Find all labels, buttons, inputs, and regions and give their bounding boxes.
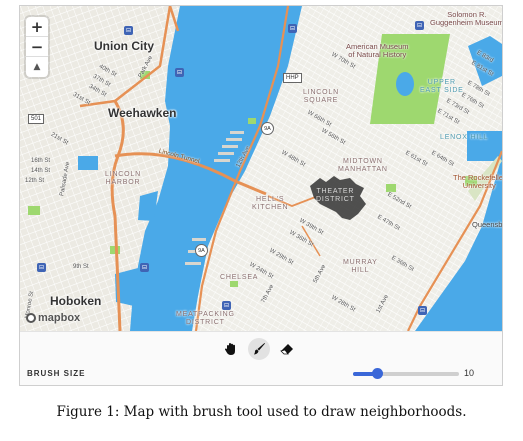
compass-icon: ▲ <box>33 62 41 72</box>
label-murray-hill: MURRAY HILL <box>343 259 378 274</box>
eraser-icon <box>280 344 293 355</box>
label-chelsea: CHELSEA <box>220 274 259 281</box>
label-16th-st: 16th St <box>31 158 51 164</box>
mapbox-logo-icon <box>26 313 36 323</box>
label-14th-st: 14th St <box>31 168 51 174</box>
zoom-in-button[interactable]: + <box>26 17 48 37</box>
brush-size-slider[interactable] <box>353 368 459 379</box>
brush-size-slider-thumb[interactable] <box>372 368 384 379</box>
label-hells-kitchen: HELL'S KITCHEN <box>252 196 289 211</box>
brush-tool-button[interactable] <box>248 338 270 360</box>
label-12th-st: 12th St <box>25 178 45 184</box>
eraser-tool-button[interactable] <box>276 338 298 360</box>
tool-group <box>220 338 298 360</box>
route-9a-shield-south: 9A <box>195 244 208 257</box>
transit-icon: ⊟ <box>288 24 297 33</box>
figure-caption: Figure 1: Map with brush tool used to dr… <box>56 404 467 420</box>
label-upper-east-side: UPPER EAST SIDE <box>420 79 464 94</box>
route-hhp-shield: HHP <box>283 73 302 83</box>
pan-tool-button[interactable] <box>220 338 242 360</box>
label-meatpacking-district: MEATPACKING DISTRICT <box>176 311 235 326</box>
transit-icon: ⊟ <box>37 263 46 272</box>
route-501-shield: 501 <box>28 114 45 124</box>
transit-icon: ⊟ <box>415 21 424 30</box>
brush-size-label: BRUSH SIZE <box>27 369 86 378</box>
label-9th-st: 9th St <box>73 264 89 270</box>
transit-icon: ⊟ <box>222 301 231 310</box>
route-9a-shield-north: 9A <box>261 122 274 135</box>
label-weehawken: Weehawken <box>108 106 177 120</box>
transit-icon: ⊟ <box>175 68 184 77</box>
label-lincoln-harbor: LINCOLN HARBOR <box>105 171 141 186</box>
compass-button[interactable]: ▲ <box>26 57 48 77</box>
label-theater-district: THEATER DISTRICT <box>316 188 355 203</box>
label-lenox-hill: LENOX HILL <box>440 134 489 141</box>
label-lincoln-square: LINCOLN SQUARE <box>303 89 339 104</box>
label-guggenheim: Solomon R. Guggenheim Museum <box>430 10 502 27</box>
transit-icon: ⊟ <box>418 306 427 315</box>
brush-size-value: 10 <box>464 368 475 378</box>
label-american-museum: American Museum of Natural History <box>346 42 409 59</box>
mapbox-attribution[interactable]: mapbox <box>26 312 80 324</box>
mapbox-logo-text: mapbox <box>38 312 81 324</box>
label-midtown-manhattan: MIDTOWN MANHATTAN <box>338 158 388 173</box>
label-queensbridge: Queensb <box>472 220 502 229</box>
brush-icon <box>254 343 265 355</box>
transit-icon: ⊟ <box>140 263 149 272</box>
transit-icon: ⊟ <box>124 26 133 35</box>
label-union-city: Union City <box>94 39 154 53</box>
label-rockefeller-university: The Rockefeller University <box>453 173 502 190</box>
zoom-control: + − ▲ <box>26 17 48 77</box>
map-brush-app: + − ▲ Union City Weehawken Hoboken LINCO… <box>19 5 503 386</box>
zoom-out-button[interactable]: − <box>26 37 48 57</box>
label-hoboken: Hoboken <box>50 294 102 308</box>
brush-toolbar: BRUSH SIZE 10 <box>20 331 502 385</box>
map-canvas[interactable]: + − ▲ Union City Weehawken Hoboken LINCO… <box>20 6 502 331</box>
hand-icon <box>224 343 235 355</box>
map-base-layer <box>20 6 502 331</box>
